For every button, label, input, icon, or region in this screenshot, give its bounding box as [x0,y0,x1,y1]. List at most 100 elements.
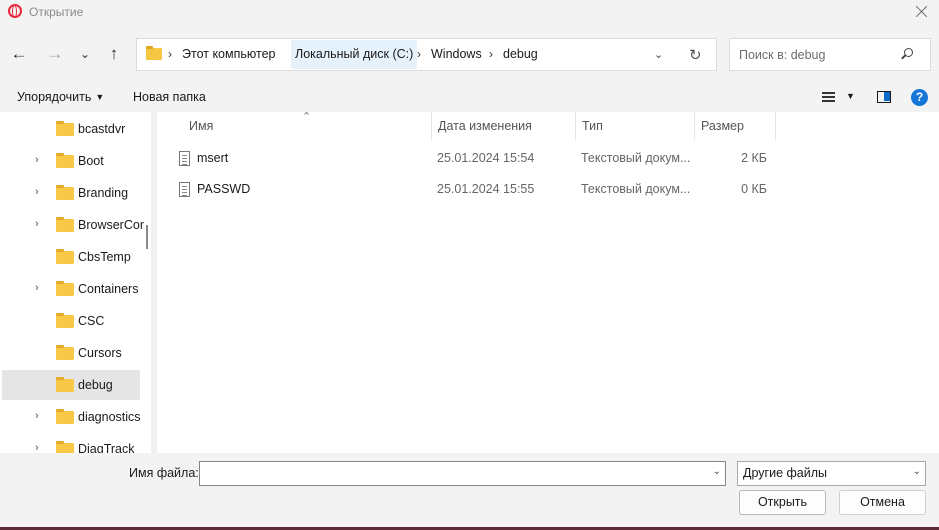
filename-field[interactable]: ⌄ [199,461,726,486]
folder-icon [56,217,74,232]
folder-icon [56,185,74,200]
new-folder-button[interactable]: Новая папка [133,90,206,104]
folder-icon [146,46,162,60]
column-header-name[interactable]: Имя [183,112,431,140]
file-row[interactable]: msert 25.01.2024 15:54 Текстовый докум..… [157,144,777,172]
nav-item-cbstemp[interactable]: CbsTemp [0,242,140,272]
file-row[interactable]: PASSWD 25.01.2024 15:55 Текстовый докум.… [157,175,777,203]
file-size: 2 КБ [741,151,767,165]
file-size: 0 КБ [741,182,767,196]
folder-icon [56,441,74,453]
nav-item-diagtrack[interactable]: › DiagTrack [0,434,140,453]
navigation-pane[interactable]: bcastdvr › Boot › Branding › BrowserCor … [0,112,146,453]
refresh-icon[interactable]: ↻ [689,46,702,64]
search-icon[interactable] [904,48,913,57]
breadcrumb-this-pc[interactable]: Этот компьютер [178,40,279,69]
breadcrumb-separator: › [489,47,493,61]
nav-item-label: CSC [78,314,105,328]
forward-arrow-icon[interactable]: → [44,43,66,65]
file-type: Текстовый докум... [581,182,691,196]
nav-item-label: bcastdvr [78,122,126,136]
filter-value: Другие файлы [743,466,827,480]
breadcrumb-local-disk[interactable]: Локальный диск (C:) [291,40,418,69]
recent-locations-chevron-icon[interactable]: ⌄ [74,43,96,65]
back-arrow-icon[interactable]: ← [8,43,30,65]
nav-item-browsercore[interactable]: › BrowserCor [0,210,144,240]
file-name: msert [197,151,229,165]
folder-icon [56,345,74,360]
up-arrow-icon[interactable]: ↑ [103,43,125,65]
filename-label: Имя файла: [129,466,199,480]
expand-chevron-icon[interactable]: › [35,218,39,230]
window-title: Открытие [29,5,84,19]
caret-down-icon: ▼ [95,92,105,102]
folder-icon [56,409,74,424]
search-placeholder: Поиск в: debug [739,48,826,62]
breadcrumb-separator: › [417,47,421,61]
open-button[interactable]: Открыть [739,490,826,515]
folder-icon [56,249,74,264]
breadcrumb-separator: › [168,47,172,61]
cancel-button[interactable]: Отмена [839,490,926,515]
nav-item-boot[interactable]: › Boot [0,146,140,176]
nav-item-label: Containers [78,282,139,296]
text-file-icon [179,182,190,197]
folder-icon [56,153,74,168]
file-date: 25.01.2024 15:55 [437,182,535,196]
expand-chevron-icon[interactable]: › [35,282,39,294]
close-icon[interactable] [905,0,939,24]
folder-icon [56,313,74,328]
preview-pane-icon[interactable] [877,91,891,103]
address-bar[interactable]: › Этот компьютер Локальный диск (C:) › W… [136,38,717,71]
folder-icon [56,281,74,296]
expand-chevron-icon[interactable]: › [35,442,39,453]
breadcrumb-debug[interactable]: debug [499,40,542,69]
nav-item-debug[interactable]: debug [2,370,140,400]
file-type: Текстовый докум... [581,151,691,165]
nav-item-label: CbsTemp [78,250,131,264]
breadcrumb-windows[interactable]: Windows [427,40,486,69]
expand-chevron-icon[interactable]: › [35,186,39,198]
address-history-chevron-icon[interactable]: ⌄ [654,48,663,61]
nav-item-label: DiagTrack [78,442,135,453]
nav-scrollbar-thumb[interactable] [146,225,148,249]
dialog-footer: Имя файла: ⌄ Другие файлы ⌄ Открыть Отме… [0,453,939,530]
address-row: ← → ⌄ ↑ › Этот компьютер Локальный диск … [0,24,939,84]
nav-item-branding[interactable]: › Branding [0,178,140,208]
expand-chevron-icon[interactable]: › [35,410,39,422]
title-bar: Открытие [0,0,939,24]
nav-item-cursors[interactable]: Cursors [0,338,140,368]
search-input[interactable]: Поиск в: debug [729,38,931,71]
folder-icon [56,377,74,392]
nav-item-csc[interactable]: CSC [0,306,140,336]
help-icon[interactable]: ? [911,89,928,106]
file-type-filter-select[interactable]: Другие файлы ⌄ [737,461,926,486]
nav-item-label: Cursors [78,346,122,360]
nav-item-diagnostics[interactable]: › diagnostics [0,402,141,432]
file-name: PASSWD [197,182,251,196]
nav-item-bcastdvr[interactable]: bcastdvr [0,114,140,144]
view-caret-down-icon[interactable]: ▼ [846,91,855,101]
chevron-down-icon[interactable]: ⌄ [913,466,921,477]
column-header-size[interactable]: Размер [695,112,775,140]
expand-chevron-icon[interactable]: › [35,154,39,166]
file-date: 25.01.2024 15:54 [437,151,535,165]
organize-label: Упорядочить [17,90,92,104]
command-toolbar: Упорядочить ▼ Новая папка ▼ ? [0,84,939,112]
folder-icon [56,121,74,136]
opera-logo-icon [8,4,22,18]
column-header-date[interactable]: Дата изменения [432,112,575,140]
column-header-type[interactable]: Тип [576,112,694,140]
organize-button[interactable]: Упорядочить ▼ [17,90,104,104]
nav-item-label: Branding [78,186,129,200]
view-list-icon[interactable] [822,92,835,102]
column-separator[interactable] [775,112,776,140]
text-file-icon [179,151,190,166]
nav-item-label: debug [78,378,113,392]
nav-item-label: Boot [78,154,104,168]
nav-item-containers[interactable]: › Containers [0,274,140,304]
file-list[interactable]: ⌃ Имя Дата изменения Тип Размер msert 25… [157,111,939,453]
nav-item-label: diagnostics [78,410,141,424]
nav-item-label: BrowserCor [78,218,144,232]
chevron-down-icon[interactable]: ⌄ [713,466,721,477]
